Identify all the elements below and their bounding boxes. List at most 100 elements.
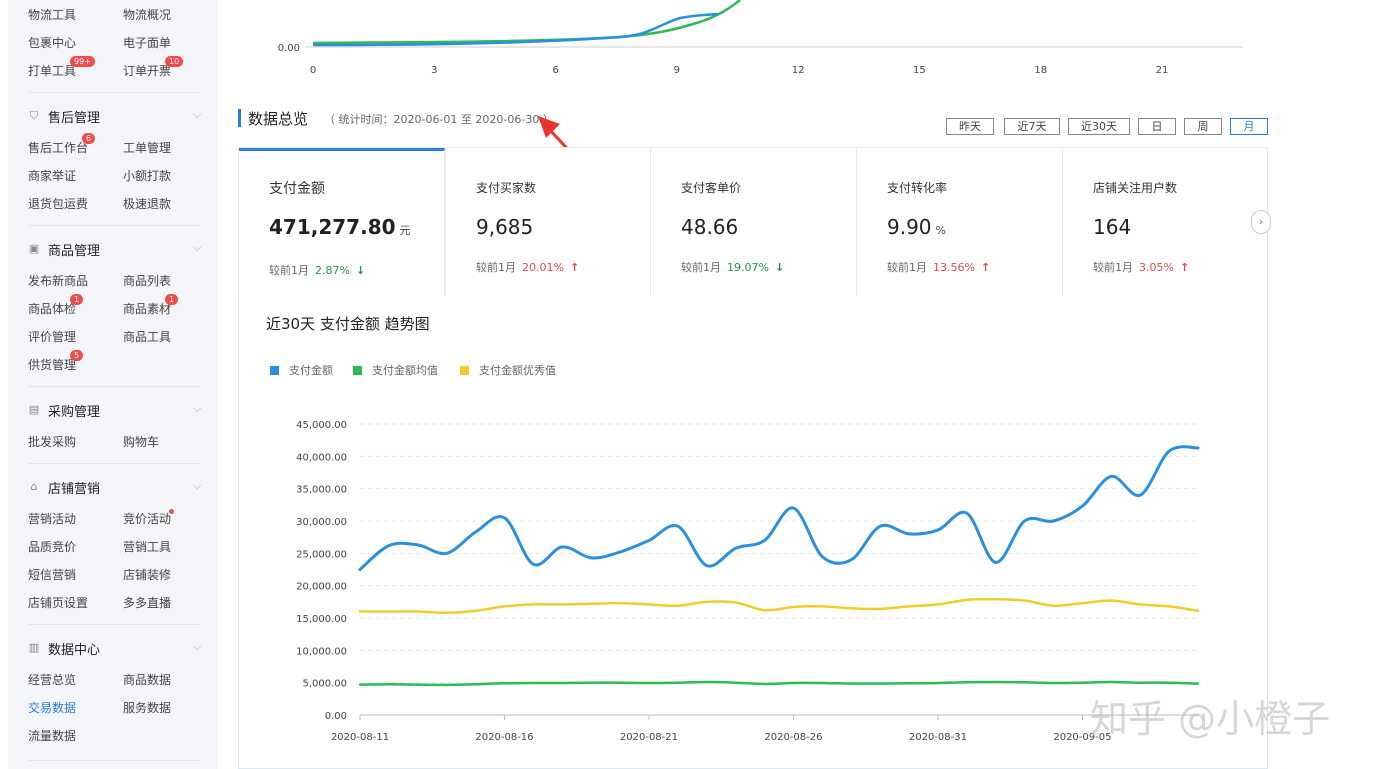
sidebar-section-0[interactable]: ⛉ 售后管理 ⌵ <box>28 106 201 126</box>
metric-card-1[interactable]: 支付买家数 9,685 较前1月 20.01% ↑ <box>445 148 650 296</box>
sidebar-item-4-3[interactable]: 服务数据 <box>123 699 171 716</box>
top-x-tick: 9 <box>674 65 680 76</box>
sidebar-item-top-3[interactable]: 电子面单 <box>123 34 171 51</box>
sidebar-item-3-3[interactable]: 营销工具 <box>123 538 171 555</box>
metric-cards: › 支付金额 471,277.80 元较前1月 2.87% ↓ 支付买家数 9,685 较前1… <box>238 147 1271 297</box>
range-button-2[interactable]: 近30天 <box>1068 118 1130 135</box>
sidebar-item-0-3[interactable]: 小额打款 <box>123 167 171 184</box>
metric-compare: 较前1月 13.56% ↑ <box>887 259 990 275</box>
sidebar-section-title: 采购管理 <box>48 404 101 420</box>
sidebar-item-top-0[interactable]: 物流工具 <box>28 6 76 23</box>
x-tick-label: 2020-08-26 <box>764 732 822 743</box>
metric-compare-label: 较前1月 <box>887 261 927 274</box>
x-tick-label: 2020-08-31 <box>909 732 967 743</box>
metric-value-number: 48.66 <box>681 215 739 239</box>
sidebar-section-1[interactable]: ▣ 商品管理 ⌵ <box>28 239 202 259</box>
sidebar-item-2-0[interactable]: 批发采购 <box>28 433 76 450</box>
count-badge: 6 <box>82 133 96 144</box>
chevron-down-icon[interactable]: ⌵ <box>193 402 201 416</box>
metric-compare-label: 较前1月 <box>269 264 309 277</box>
range-button-5[interactable]: 月 <box>1230 118 1268 135</box>
x-tick-label: 2020-08-11 <box>331 732 389 743</box>
sidebar-item-0-5[interactable]: 极速退款 <box>123 195 171 212</box>
sidebar-item-3-5[interactable]: 店铺装修 <box>123 566 171 583</box>
chevron-down-icon[interactable]: ⌵ <box>193 108 201 122</box>
y-tick-label: 0.00 <box>325 711 347 722</box>
section-accent-bar <box>238 109 241 127</box>
shield-check-icon: ⛉ <box>29 109 39 122</box>
metric-card-0[interactable]: 支付金额 471,277.80 元较前1月 2.87% ↓ <box>239 148 445 297</box>
metric-value-number: 471,277.80 <box>269 215 396 239</box>
sidebar-item-1-1[interactable]: 商品列表 <box>123 272 171 289</box>
sidebar-item-1-2[interactable]: 商品体检 <box>28 300 76 317</box>
arrow-up-icon: ↑ <box>1179 261 1190 274</box>
sidebar-item-3-6[interactable]: 店铺页设置 <box>28 594 88 611</box>
sidebar-item-1-6[interactable]: 供货管理 <box>28 356 76 373</box>
sidebar-item-1-4[interactable]: 评价管理 <box>28 328 76 345</box>
y-tick-label: 5,000.00 <box>302 679 347 690</box>
sidebar-item-3-2[interactable]: 品质竞价 <box>28 538 76 555</box>
range-button-1[interactable]: 近7天 <box>1004 118 1060 135</box>
sidebar-item-1-5[interactable]: 商品工具 <box>123 328 171 345</box>
range-button-4[interactable]: 周 <box>1184 118 1222 135</box>
metric-card-4[interactable]: 店铺关注用户数 164 较前1月 3.05% ↑ <box>1062 148 1267 296</box>
sidebar-item-0-1[interactable]: 工单管理 <box>123 139 171 156</box>
y-tick-label: 45,000.00 <box>296 420 347 431</box>
x-tick-label: 2020-08-16 <box>475 732 533 743</box>
sidebar-section-3[interactable]: ⌂ 店铺营销 ⌵ <box>28 477 202 497</box>
range-button-0[interactable]: 昨天 <box>946 118 994 135</box>
sidebar-item-3-7[interactable]: 多多直播 <box>123 594 171 611</box>
sidebar-item-0-0[interactable]: 售后工作台 <box>28 139 88 156</box>
sidebar-item-top-5[interactable]: 订单开票 <box>123 62 171 79</box>
metric-value: 9.90% <box>887 215 946 239</box>
box-icon: ▣ <box>28 242 40 255</box>
metric-value: 471,277.80 元 <box>269 215 411 239</box>
sidebar-section-4[interactable]: ▥ 数据中心 ⌵ <box>28 638 202 658</box>
sidebar-item-4-1[interactable]: 商品数据 <box>123 671 171 688</box>
sidebar-item-top-2[interactable]: 包裹中心 <box>28 34 76 51</box>
sidebar-item-3-1[interactable]: 竞价活动 <box>123 510 171 527</box>
chevron-down-icon[interactable]: ⌵ <box>193 241 201 255</box>
metric-value-number: 9,685 <box>476 215 534 239</box>
count-badge: 1 <box>70 294 84 305</box>
sidebar-item-1-0[interactable]: 发布新商品 <box>28 272 88 289</box>
metric-value-number: 9.90 <box>887 215 932 239</box>
sidebar-item-1-3[interactable]: 商品素材 <box>123 300 171 317</box>
series-line-1 <box>358 680 1200 687</box>
sidebar-section-2[interactable]: ▤ 采购管理 ⌵ <box>28 400 202 420</box>
sidebar-item-0-4[interactable]: 退货包运费 <box>28 195 88 212</box>
sidebar-divider <box>28 225 200 226</box>
top-x-tick: 0 <box>310 65 316 76</box>
sidebar-item-0-2[interactable]: 商家举证 <box>28 167 76 184</box>
annotation-arrow-head <box>538 116 560 138</box>
y-tick-label: 25,000.00 <box>296 549 347 560</box>
shop-icon: ⌂ <box>30 480 38 493</box>
metric-value-number: 164 <box>1093 215 1132 239</box>
chevron-down-icon[interactable]: ⌵ <box>193 640 201 654</box>
top-series-green <box>312 0 741 45</box>
metric-card-2[interactable]: 支付客单价 48.66 较前1月 19.07% ↓ <box>650 148 856 296</box>
sidebar-item-3-0[interactable]: 营销活动 <box>28 510 76 527</box>
notification-dot <box>169 509 174 514</box>
arrow-down-icon: ↓ <box>355 264 366 277</box>
sidebar-item-4-2[interactable]: 交易数据 <box>28 699 76 716</box>
sidebar-section-title: 数据中心 <box>48 642 101 658</box>
sidebar-item-4-4[interactable]: 流量数据 <box>28 727 76 744</box>
sidebar-section-title: 店铺营销 <box>48 481 101 497</box>
sidebar-item-top-1[interactable]: 物流概况 <box>123 6 171 23</box>
metric-title: 支付转化率 <box>887 181 948 195</box>
sidebar-item-3-4[interactable]: 短信营销 <box>28 566 76 583</box>
sidebar-item-top-4[interactable]: 打单工具 <box>28 62 76 79</box>
sidebar-item-2-1[interactable]: 购物车 <box>123 433 159 450</box>
metric-card-3[interactable]: 支付转化率 9.90% 较前1月 13.56% ↑ <box>856 148 1062 296</box>
sidebar-item-4-0[interactable]: 经营总览 <box>28 671 76 688</box>
range-button-3[interactable]: 日 <box>1138 118 1176 135</box>
sidebar-section-title: 售后管理 <box>48 110 101 126</box>
sidebar-divider <box>28 624 200 625</box>
metric-compare-label: 较前1月 <box>1093 261 1133 274</box>
sidebar-section-title: 商品管理 <box>48 243 101 259</box>
app-root: 物流工具 物流概况 包裹中心 电子面单 打单工具 99+ 订单开票 10 ⛉ 售后管理 ⌵ 售后工作台… <box>0 0 1384 769</box>
count-badge: 10 <box>165 56 184 67</box>
chevron-down-icon[interactable]: ⌵ <box>193 479 201 493</box>
y-tick-label: 10,000.00 <box>296 646 347 657</box>
